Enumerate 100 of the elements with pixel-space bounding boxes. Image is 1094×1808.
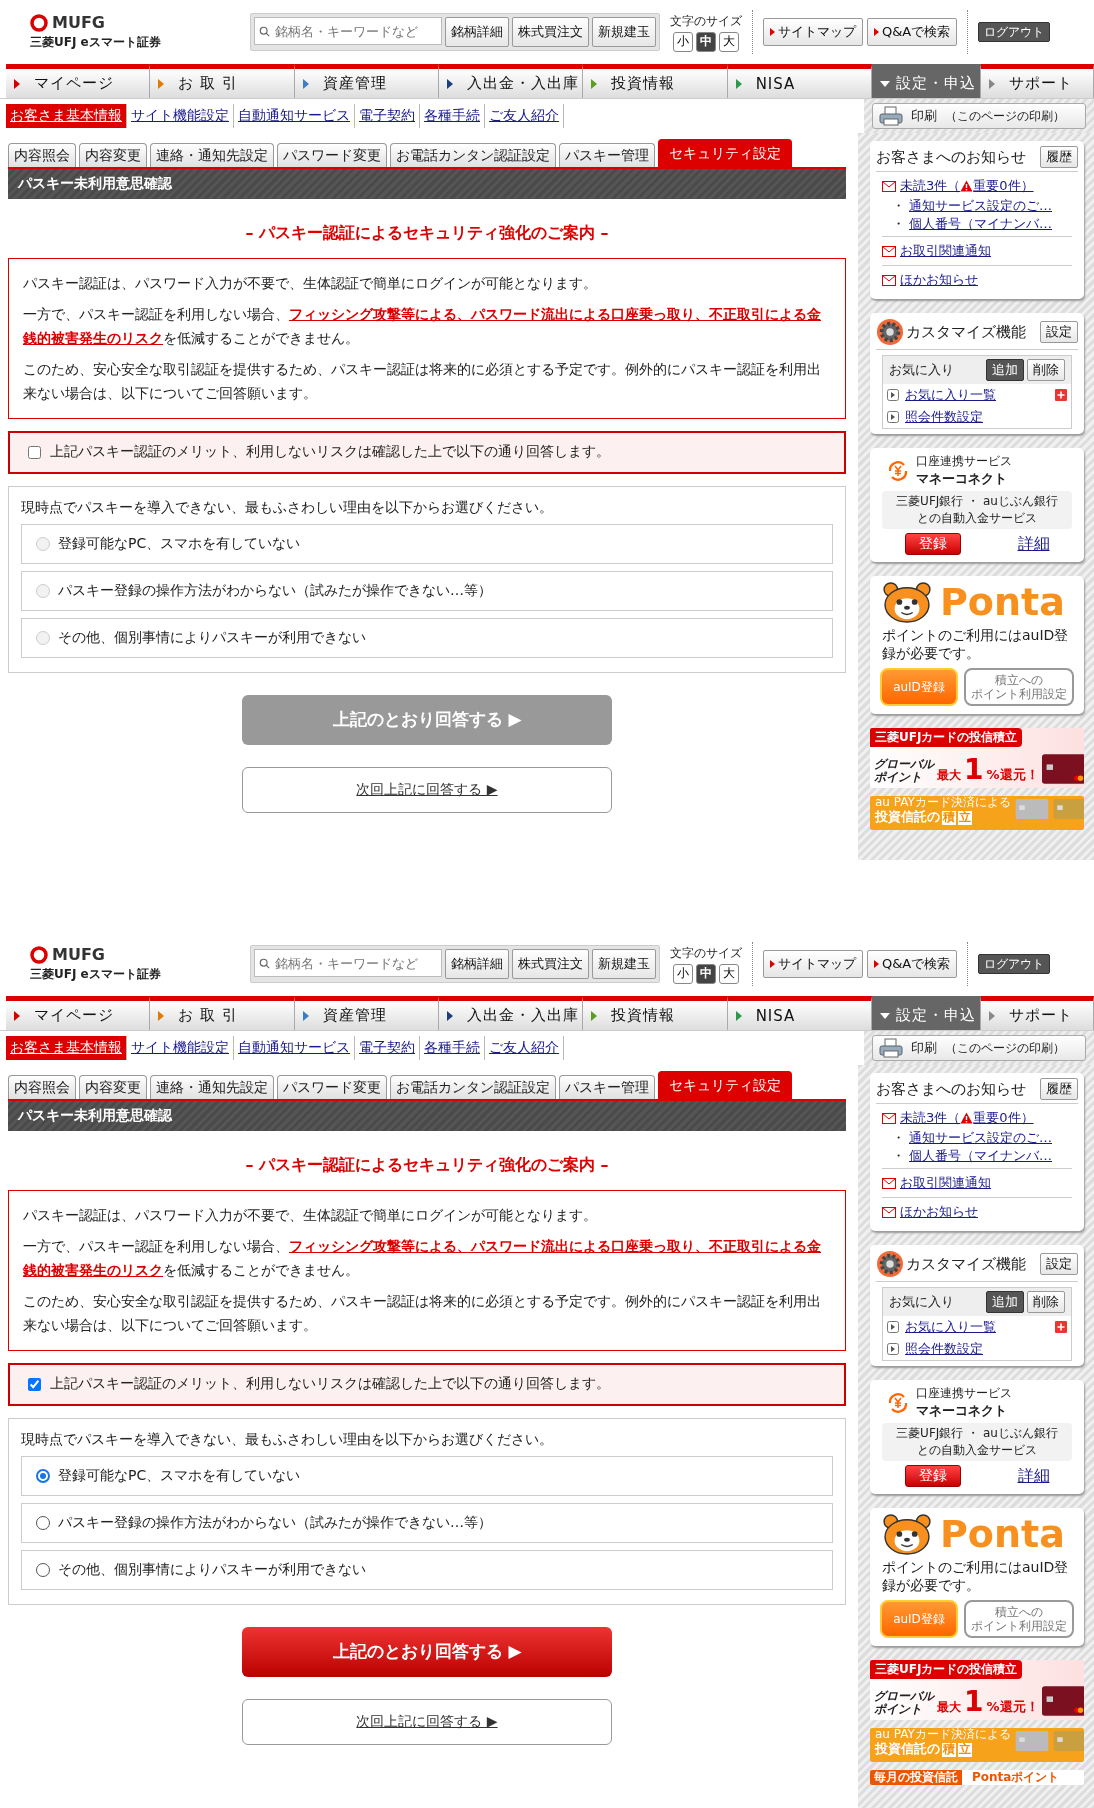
search-field[interactable]: 銘柄名・キーワードなど — [254, 949, 442, 977]
customize-link[interactable]: お気に入り一覧 — [905, 386, 1049, 404]
font-size-button[interactable]: 小 — [673, 31, 693, 52]
tab[interactable]: セキュリティ設定 — [658, 1071, 792, 1099]
reason-radio[interactable] — [36, 1562, 50, 1577]
nav-tab[interactable]: 投資情報 — [583, 996, 728, 1030]
unread-link[interactable]: 未読3件（ 重要0件） — [900, 177, 1034, 195]
settings-button[interactable]: 設定 — [1040, 321, 1078, 343]
print-button[interactable]: 印刷 （このページの印刷） — [872, 103, 1086, 129]
details-link[interactable]: 詳細 — [1017, 533, 1050, 555]
tab[interactable]: お電話カンタン認証設定 — [390, 143, 556, 167]
remove-button[interactable]: 削除 — [1027, 1291, 1065, 1313]
settings-button[interactable]: 設定 — [1040, 1253, 1078, 1275]
nav-tab[interactable]: 入出金・入出庫 — [439, 996, 584, 1030]
nav-tab[interactable]: お 取 引 — [150, 64, 295, 98]
ponta-point-banner[interactable]: 毎月の投資信託 Pontaポイント — [870, 1770, 1084, 1786]
nav-tab[interactable]: サポート — [980, 64, 1094, 98]
history-button[interactable]: 履歴 — [1040, 1078, 1078, 1100]
customize-link[interactable]: お気に入り一覧 — [905, 1318, 1049, 1336]
subnav-link[interactable]: ご友人紹介 — [485, 104, 564, 128]
print-button[interactable]: 印刷 （このページの印刷） — [872, 1035, 1086, 1061]
header-link-button[interactable]: Q&Aで検索 — [867, 18, 958, 46]
header-link-button[interactable]: サイトマップ — [763, 950, 863, 978]
nav-tab[interactable]: 資産管理 — [294, 64, 439, 98]
subnav-link[interactable]: お客さま基本情報 — [6, 104, 127, 128]
tab[interactable]: 内容照会 — [8, 1075, 76, 1099]
tab[interactable]: パスキー管理 — [559, 1075, 655, 1099]
submit-button[interactable]: 上記のとおり回答する ▶ — [242, 1626, 612, 1677]
subnav-link[interactable]: 電子契約 — [355, 104, 420, 128]
font-size-button[interactable]: 小 — [673, 963, 693, 984]
search-action-button[interactable]: 銘柄詳細 — [445, 17, 509, 47]
plus-icon[interactable] — [1055, 1321, 1067, 1333]
subnav-link[interactable]: ご友人紹介 — [485, 1036, 564, 1060]
notice-link[interactable]: ほかお知らせ — [900, 1203, 978, 1221]
notice-link[interactable]: お取引関連通知 — [900, 242, 991, 260]
notice-link[interactable]: ほかお知らせ — [900, 271, 978, 289]
subnav-link[interactable]: サイト機能設定 — [127, 104, 234, 128]
register-button[interactable]: 登録 — [904, 533, 961, 555]
tab[interactable]: パスワード変更 — [277, 143, 387, 167]
notice-link[interactable]: 通知サービス設定のご… — [909, 197, 1052, 215]
search-field[interactable]: 銘柄名・キーワードなど — [254, 17, 442, 45]
font-size-button[interactable]: 中 — [696, 31, 716, 52]
search-action-button[interactable]: 株式買注文 — [512, 17, 589, 47]
nav-tab[interactable]: 入出金・入出庫 — [439, 64, 584, 98]
card-campaign-banner[interactable]: 三菱UFJカードの投信積立 グローバル ポイント 最大 1%還元！ — [870, 1660, 1084, 1721]
font-size-button[interactable]: 中 — [696, 963, 716, 984]
search-action-button[interactable]: 株式買注文 — [512, 949, 589, 979]
add-button[interactable]: 追加 — [986, 1291, 1024, 1313]
tab[interactable]: 内容変更 — [79, 1075, 147, 1099]
point-settings-button[interactable]: 積立への ポイント利用設定 — [964, 668, 1074, 707]
answer-later-button[interactable]: 次回上記に回答する ▶ — [242, 1698, 612, 1745]
reason-radio[interactable] — [36, 1468, 50, 1483]
tab[interactable]: お電話カンタン認証設定 — [390, 1075, 556, 1099]
add-button[interactable]: 追加 — [986, 359, 1024, 381]
font-size-button[interactable]: 大 — [719, 31, 739, 52]
history-button[interactable]: 履歴 — [1040, 146, 1078, 168]
confirm-checkbox[interactable] — [28, 445, 41, 459]
tab[interactable]: パスワード変更 — [277, 1075, 387, 1099]
customize-link[interactable]: 照会件数設定 — [905, 1340, 1067, 1358]
register-button[interactable]: 登録 — [904, 1465, 961, 1487]
subnav-link[interactable]: お客さま基本情報 — [6, 1036, 127, 1060]
nav-tab[interactable]: 資産管理 — [294, 996, 439, 1030]
remove-button[interactable]: 削除 — [1027, 359, 1065, 381]
confirm-checkbox[interactable] — [28, 1377, 41, 1391]
header-link-button[interactable]: Q&Aで検索 — [867, 950, 958, 978]
notice-link[interactable]: 個人番号（マイナンバ… — [909, 1147, 1052, 1165]
unread-link[interactable]: 未読3件（ 重要0件） — [900, 1109, 1034, 1127]
subnav-link[interactable]: サイト機能設定 — [127, 1036, 234, 1060]
nav-tab[interactable]: マイページ — [6, 996, 151, 1030]
tab[interactable]: セキュリティ設定 — [658, 139, 792, 167]
answer-later-button[interactable]: 次回上記に回答する ▶ — [242, 766, 612, 813]
subnav-link[interactable]: 各種手続 — [420, 1036, 485, 1060]
nav-tab[interactable]: 投資情報 — [583, 64, 728, 98]
nav-tab[interactable]: サポート — [980, 996, 1094, 1030]
subnav-link[interactable]: 自動通知サービス — [234, 1036, 355, 1060]
search-action-button[interactable]: 新規建玉 — [592, 949, 656, 979]
nav-tab[interactable]: 設定・申込 — [871, 64, 981, 98]
tab[interactable]: 内容変更 — [79, 143, 147, 167]
reason-option[interactable]: 登録可能なPC、スマホを有していない — [21, 1455, 833, 1496]
subnav-link[interactable]: 自動通知サービス — [234, 104, 355, 128]
subnav-link[interactable]: 各種手続 — [420, 104, 485, 128]
notice-link[interactable]: 個人番号（マイナンバ… — [909, 215, 1052, 233]
details-link[interactable]: 詳細 — [1017, 1465, 1050, 1487]
plus-icon[interactable] — [1055, 389, 1067, 401]
tab[interactable]: 連絡・通知先設定 — [150, 1075, 274, 1099]
nav-tab[interactable]: 設定・申込 — [871, 996, 981, 1030]
search-action-button[interactable]: 銘柄詳細 — [445, 949, 509, 979]
logout-button[interactable]: ログアウト — [978, 954, 1051, 974]
header-link-button[interactable]: サイトマップ — [763, 18, 863, 46]
nav-tab[interactable]: マイページ — [6, 64, 151, 98]
notice-link[interactable]: 通知サービス設定のご… — [909, 1129, 1052, 1147]
tab[interactable]: パスキー管理 — [559, 143, 655, 167]
tab[interactable]: 連絡・通知先設定 — [150, 143, 274, 167]
notice-link[interactable]: お取引関連通知 — [900, 1174, 991, 1192]
nav-tab[interactable]: お 取 引 — [150, 996, 295, 1030]
customize-link[interactable]: 照会件数設定 — [905, 408, 1067, 426]
nav-tab[interactable]: NISA — [727, 64, 872, 98]
font-size-button[interactable]: 大 — [719, 963, 739, 984]
nav-tab[interactable]: NISA — [727, 996, 872, 1030]
point-settings-button[interactable]: 積立への ポイント利用設定 — [964, 1600, 1074, 1639]
